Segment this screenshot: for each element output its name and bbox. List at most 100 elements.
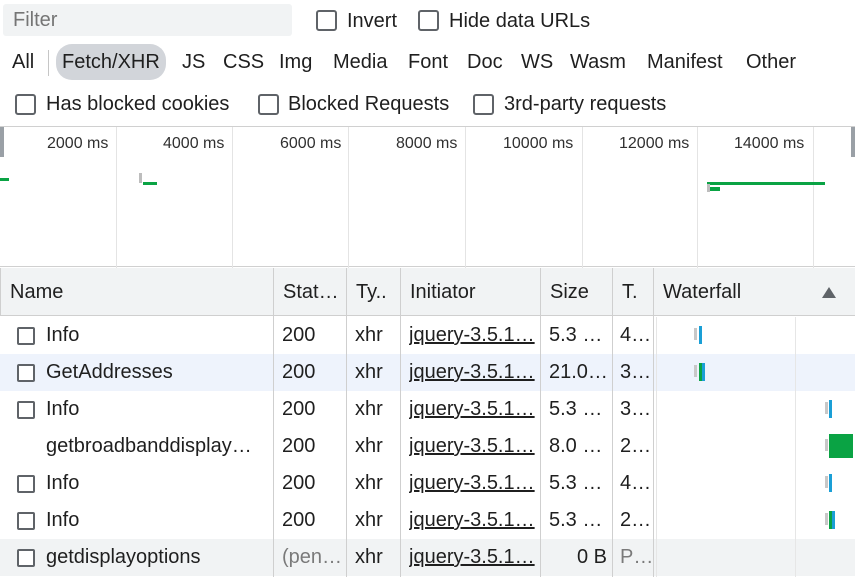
type-filter-all[interactable]: All — [12, 44, 34, 80]
request-type: xhr — [355, 435, 383, 457]
overview-tick-label: 8000 ms — [396, 135, 458, 152]
request-initiator-link[interactable]: jquery-3.5.1… — [409, 539, 537, 576]
request-status: 200 — [282, 435, 316, 457]
request-name: getdisplayoptions — [46, 546, 201, 568]
table-row[interactable]: getdisplayoptions (pen… xhr jquery-3.5.1… — [0, 539, 855, 576]
request-time: 2… — [620, 435, 652, 457]
request-size: 21.0… — [549, 361, 608, 383]
network-overview[interactable]: 2000 ms 4000 ms 6000 ms 8000 ms 10000 ms… — [0, 126, 855, 268]
request-type: xhr — [355, 398, 383, 420]
request-size: 8.0 … — [549, 435, 603, 457]
request-status: (pen… — [282, 546, 343, 568]
row-checkbox[interactable] — [17, 401, 35, 419]
type-filter-font[interactable]: Font — [408, 44, 448, 80]
sort-ascending-icon[interactable] — [822, 287, 836, 298]
waterfall-queue-bar — [825, 439, 828, 451]
invert-checkbox[interactable] — [316, 10, 337, 31]
request-size: 5.3 … — [549, 398, 603, 420]
resource-type-filters: All Fetch/XHR JS CSS Img Media Font Doc … — [0, 44, 855, 80]
row-checkbox[interactable] — [17, 549, 35, 567]
column-header-waterfall[interactable]: Waterfall — [655, 268, 815, 316]
overview-gridline — [813, 127, 814, 268]
request-name: Info — [46, 398, 80, 420]
blocked-requests-label: Blocked Requests — [288, 93, 450, 115]
request-type: xhr — [355, 361, 383, 383]
request-name: getbroadbanddisplay… — [46, 435, 252, 457]
row-checkbox[interactable] — [17, 364, 35, 382]
waterfall-queue-bar — [825, 402, 828, 414]
column-header-status[interactable]: Stat… — [275, 268, 347, 316]
overview-gridline — [348, 127, 349, 268]
type-filter-js[interactable]: JS — [182, 44, 205, 80]
type-filter-other[interactable]: Other — [746, 44, 796, 80]
hide-data-urls-checkbox[interactable] — [418, 10, 439, 31]
type-filter-img[interactable]: Img — [279, 44, 312, 80]
overview-tick-label: 2000 ms — [47, 135, 109, 152]
blocked-requests-checkbox[interactable] — [258, 94, 279, 115]
column-header-time[interactable]: T. — [614, 268, 654, 316]
overview-gridline — [232, 127, 233, 268]
request-status: 200 — [282, 398, 316, 420]
waterfall-waiting-bar — [829, 400, 832, 418]
column-header-size[interactable]: Size — [542, 268, 613, 316]
type-filter-wasm[interactable]: Wasm — [570, 44, 626, 80]
waterfall-queue-bar — [694, 328, 697, 340]
table-row[interactable]: Info 200 xhr jquery-3.5.1… 5.3 … 4… — [0, 317, 855, 354]
request-size: 5.3 … — [549, 324, 603, 346]
table-row[interactable]: GetAddresses 200 xhr jquery-3.5.1… 21.0…… — [0, 354, 855, 391]
request-initiator-link[interactable]: jquery-3.5.1… — [409, 428, 537, 465]
table-row[interactable]: Info 200 xhr jquery-3.5.1… 5.3 … 4… — [0, 465, 855, 502]
request-status: 200 — [282, 324, 316, 346]
column-header-initiator[interactable]: Initiator — [402, 268, 541, 316]
request-initiator-link[interactable]: jquery-3.5.1… — [409, 354, 537, 391]
column-header-name[interactable]: Name — [2, 268, 274, 316]
overview-gridline — [697, 127, 698, 268]
third-party-checkbox[interactable] — [473, 94, 494, 115]
overview-request-bar — [143, 182, 157, 185]
invert-label: Invert — [347, 10, 398, 32]
blocked-cookies-checkbox[interactable] — [15, 94, 36, 115]
request-initiator-link[interactable]: jquery-3.5.1… — [409, 502, 537, 539]
request-type: xhr — [355, 472, 383, 494]
table-row[interactable]: Info 200 xhr jquery-3.5.1… 5.3 … 2… — [0, 502, 855, 539]
overview-tick-label: 10000 ms — [503, 135, 574, 152]
overview-tick-label: 14000 ms — [734, 135, 805, 152]
request-time: 2… — [620, 509, 652, 531]
row-checkbox[interactable] — [17, 512, 35, 530]
type-filter-ws[interactable]: WS — [521, 44, 553, 80]
request-initiator-link[interactable]: jquery-3.5.1… — [409, 465, 537, 502]
column-divider[interactable] — [653, 268, 654, 577]
request-name: Info — [46, 324, 80, 346]
request-initiator-link[interactable]: jquery-3.5.1… — [409, 391, 537, 428]
column-divider[interactable] — [400, 268, 401, 577]
column-divider[interactable] — [540, 268, 541, 577]
column-divider[interactable] — [612, 268, 613, 577]
type-filter-doc[interactable]: Doc — [467, 44, 503, 80]
request-name: Info — [46, 472, 80, 494]
request-time: 3… — [620, 398, 652, 420]
request-time: P… — [620, 546, 652, 568]
column-divider[interactable] — [273, 268, 274, 577]
table-row[interactable]: getbroadbanddisplay… 200 xhr jquery-3.5.… — [0, 428, 855, 465]
request-size: 0 B — [576, 546, 607, 568]
waterfall-waiting-bar — [829, 474, 832, 492]
column-divider[interactable] — [346, 268, 347, 577]
filter-input[interactable] — [3, 4, 292, 36]
row-checkbox[interactable] — [17, 327, 35, 345]
overview-left-handle[interactable] — [0, 127, 4, 157]
overview-right-handle[interactable] — [851, 127, 855, 157]
overview-request-bar — [139, 173, 142, 183]
overview-request-bar — [709, 187, 720, 191]
type-filter-media[interactable]: Media — [333, 44, 387, 80]
waterfall-queue-bar — [825, 476, 828, 488]
type-filter-fetch-xhr[interactable]: Fetch/XHR — [56, 44, 166, 80]
overview-tick-label: 6000 ms — [280, 135, 342, 152]
row-checkbox[interactable] — [17, 475, 35, 493]
blocked-cookies-label: Has blocked cookies — [46, 93, 230, 115]
type-filter-css[interactable]: CSS — [223, 44, 264, 80]
request-initiator-link[interactable]: jquery-3.5.1… — [409, 317, 537, 354]
type-filter-manifest[interactable]: Manifest — [647, 44, 723, 80]
table-row[interactable]: Info 200 xhr jquery-3.5.1… 5.3 … 3… — [0, 391, 855, 428]
request-size: 5.3 … — [549, 509, 603, 531]
column-header-type[interactable]: Ty.. — [348, 268, 401, 316]
